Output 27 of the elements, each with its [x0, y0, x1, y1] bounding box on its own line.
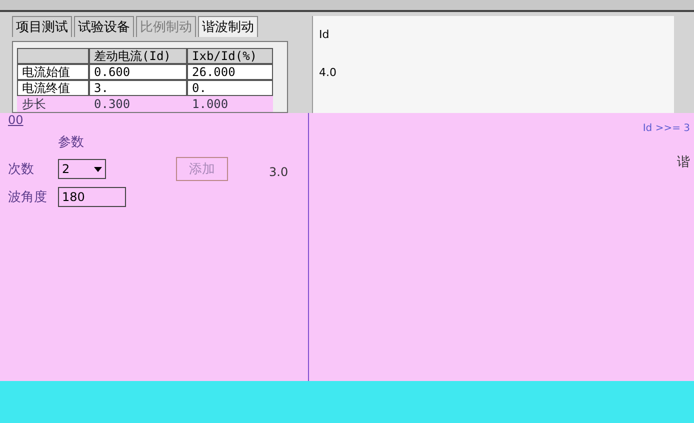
caret-icon — [94, 166, 102, 172]
text-fragment: 00 — [8, 113, 24, 127]
panel-label: 谐 — [677, 154, 690, 171]
table-cell[interactable]: 3. — [89, 80, 187, 96]
column-header: Ixb/Id(%) — [187, 48, 273, 64]
order-dropdown[interactable]: 2 — [58, 159, 106, 179]
angle-field[interactable]: 180 — [58, 187, 126, 207]
column-header: 差动电流(Id) — [89, 48, 187, 64]
tab[interactable]: 谐波制动 — [198, 16, 258, 37]
table-cell[interactable]: 0. — [187, 80, 273, 96]
table-cell[interactable]: 0.300 — [89, 96, 187, 112]
header-corner-cell — [17, 48, 89, 64]
axis-tick-label: 3.0 — [269, 165, 288, 179]
row-label: 电流终值 — [17, 80, 89, 96]
legend-label: Id >>= 3 — [642, 123, 690, 134]
field-label: 次数 — [8, 161, 35, 178]
row-label: 电流始值 — [17, 64, 89, 80]
field-label: 参数 — [58, 134, 85, 151]
axis-tick-label: 4.0 — [319, 66, 336, 79]
row-label: 步长 — [17, 96, 89, 112]
tab[interactable]: 试验设备 — [74, 16, 134, 37]
field-label: 波角度 — [8, 189, 48, 206]
tab[interactable]: 项目测试 — [12, 16, 72, 37]
table-cell[interactable]: 1.000 — [187, 96, 273, 112]
axis-label: Id — [319, 28, 330, 41]
table-cell[interactable]: 0.600 — [89, 64, 187, 80]
table-cell[interactable]: 26.000 — [187, 64, 273, 80]
